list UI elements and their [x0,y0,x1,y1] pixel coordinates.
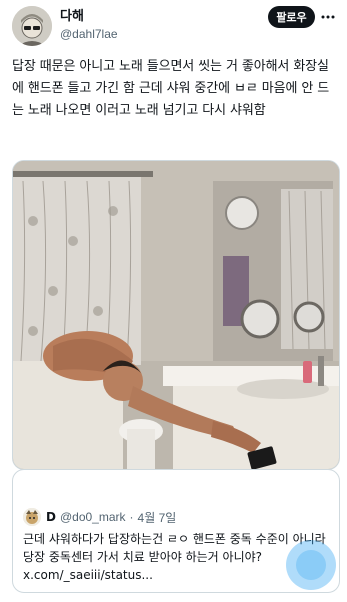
quoted-tweet-header: D @do0_mark · 4월 7일 [23,508,176,526]
fab-inner-circle [296,550,326,580]
quoted-author-display-name[interactable]: D [46,510,56,524]
quoted-tweet-text: 근데 샤워하다가 답장하는건 ㄹㅇ 핸드폰 중독 수준이 아니라 당장 중독센터… [23,532,326,582]
author-names: 다해 @dahl7lae [60,8,118,43]
follow-button[interactable]: 팔로우 [268,6,315,28]
quoted-avatar-image [23,508,41,526]
author-handle[interactable]: @dahl7lae [60,25,118,43]
scroll-fab-icon[interactable] [286,540,336,590]
tweet-text: 답장 때문은 아니고 노래 들으면서 씻는 거 좋아해서 화장실에 핸드폰 들고… [12,59,330,118]
quoted-author-handle[interactable]: @do0_mark [60,510,126,524]
tweet-header: 다해 @dahl7lae 팔로우 [12,6,335,46]
more-horizontal-icon[interactable] [321,11,335,23]
author-display-name[interactable]: 다해 [60,8,118,25]
meta-separator: · [129,510,134,524]
quoted-tweet-date[interactable]: 4월 7일 [138,509,177,526]
tweet-photo[interactable] [12,160,340,470]
avatar-image [12,6,52,46]
bathroom-photo [13,161,339,469]
author-avatar[interactable] [12,6,52,46]
quoted-author-avatar[interactable] [23,508,41,526]
